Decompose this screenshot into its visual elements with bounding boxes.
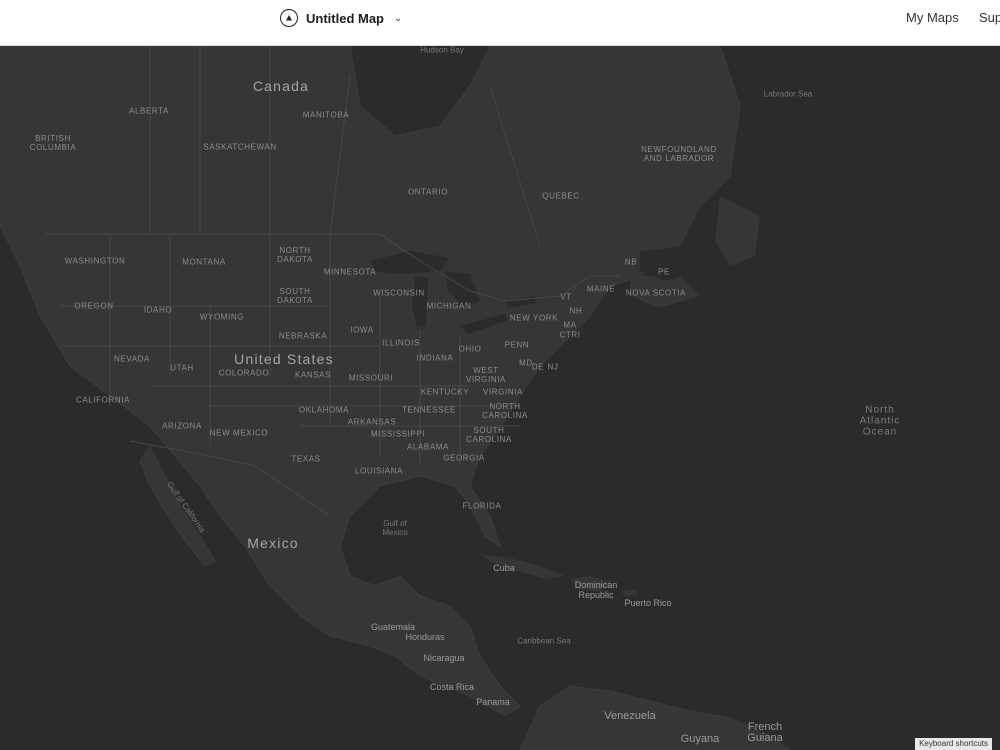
basemap bbox=[0, 46, 791, 750]
label-french-guiana: French Guiana bbox=[747, 721, 783, 744]
label-guatemala: Guatemala bbox=[370, 622, 416, 632]
label-canada: Canada bbox=[252, 78, 310, 94]
label-alberta: ALBERTA bbox=[129, 106, 169, 116]
my-maps-link[interactable]: My Maps bbox=[906, 10, 959, 25]
chevron-down-icon: ⌄ bbox=[394, 12, 403, 24]
label-ontario: ONTARIO bbox=[407, 187, 449, 197]
label-caribbean-sea: Caribbean Sea bbox=[517, 636, 571, 646]
label-iowa: IOWA bbox=[350, 325, 374, 335]
label-new-mexico: NEW MEXICO bbox=[209, 428, 269, 438]
label-guyana: Guyana bbox=[680, 733, 720, 745]
label-hudson-bay: Hudson Bay bbox=[420, 46, 464, 55]
label-ohio: OHIO bbox=[458, 344, 482, 354]
keyboard-shortcuts-button[interactable]: Keyboard shortcuts bbox=[915, 738, 992, 750]
label-north-atlantic: North Atlantic Ocean bbox=[859, 404, 901, 438]
label-vt: VT bbox=[560, 292, 572, 302]
label-michigan: MICHIGAN bbox=[426, 301, 472, 311]
label-georgia: GEORGIA bbox=[443, 453, 485, 463]
label-louisiana: LOUISIANA bbox=[354, 466, 404, 476]
label-ct-ri: CTRI bbox=[559, 330, 581, 340]
label-minnesota: MINNESOTA bbox=[323, 267, 377, 277]
label-tennessee: TENNESSEE bbox=[402, 405, 456, 415]
label-missouri: MISSOURI bbox=[348, 373, 394, 383]
label-indiana: INDIANA bbox=[416, 353, 454, 363]
label-north-dakota: NORTH DAKOTA bbox=[277, 246, 313, 264]
label-oklahoma: OKLAHOMA bbox=[298, 405, 350, 415]
label-md: MD bbox=[519, 358, 533, 368]
label-maine: MAINE bbox=[586, 284, 616, 294]
label-idaho: IDAHO bbox=[143, 305, 173, 315]
label-labrador-sea: Labrador Sea bbox=[763, 89, 813, 99]
label-nevada: NEVADA bbox=[114, 354, 150, 364]
label-mexico: Mexico bbox=[247, 535, 299, 551]
label-newfoundland: NEWFOUNDLAND AND LABRADOR bbox=[641, 145, 717, 163]
label-ma: MA bbox=[563, 320, 577, 330]
label-nb: NB bbox=[624, 257, 638, 267]
label-honduras: Honduras bbox=[405, 632, 445, 642]
label-cuba: Cuba bbox=[493, 563, 515, 573]
label-arizona: ARIZONA bbox=[162, 421, 202, 431]
label-nh: NH bbox=[569, 306, 583, 316]
label-north-carolina: NORTH CAROLINA bbox=[482, 402, 528, 420]
label-montana: MONTANA bbox=[182, 257, 226, 267]
label-kentucky: KENTUCKY bbox=[420, 387, 470, 397]
label-british-columbia: BRITISH COLUMBIA bbox=[29, 134, 77, 152]
label-nebraska: NEBRASKA bbox=[278, 331, 328, 341]
label-new-york: NEW YORK bbox=[509, 313, 559, 323]
label-south-carolina: SOUTH CAROLINA bbox=[466, 426, 512, 444]
label-illinois: ILLINOIS bbox=[382, 338, 420, 348]
label-colorado: COLORADO bbox=[218, 368, 270, 378]
label-utah: UTAH bbox=[170, 363, 194, 373]
label-virginia: VIRGINIA bbox=[483, 387, 523, 397]
label-manitoba: MANITOBA bbox=[302, 110, 350, 120]
label-costa-rica: Costa Rica bbox=[429, 682, 475, 692]
top-bar: Untitled Map ⌄ My Maps Sup bbox=[0, 0, 1000, 46]
label-kansas: KANSAS bbox=[294, 370, 332, 380]
label-nicaragua: Nicaragua bbox=[423, 653, 465, 663]
label-arkansas: ARKANSAS bbox=[347, 417, 397, 427]
label-panama: Panama bbox=[476, 697, 510, 707]
label-venezuela: Venezuela bbox=[604, 710, 656, 722]
label-quebec: QUEBEC bbox=[542, 191, 580, 201]
app-logo-icon bbox=[280, 9, 298, 27]
gulf-st-lawrence bbox=[640, 246, 700, 281]
label-penn: PENN bbox=[504, 340, 530, 350]
label-mississippi: MISSISSIPPI bbox=[370, 429, 426, 439]
label-saskatchewan: SASKATCHEWAN bbox=[203, 142, 277, 152]
label-oregon: OREGON bbox=[74, 301, 114, 311]
map-title: Untitled Map bbox=[306, 10, 384, 26]
label-wisconsin: WISCONSIN bbox=[373, 288, 425, 298]
map-title-dropdown[interactable]: Untitled Map ⌄ bbox=[280, 7, 402, 29]
label-alabama: ALABAMA bbox=[407, 442, 449, 452]
support-link[interactable]: Sup bbox=[979, 10, 1000, 25]
label-washington: WASHINGTON bbox=[64, 256, 126, 266]
map-canvas[interactable]: Hudson Bay Canada ALBERTA MANITOBA BRITI… bbox=[0, 46, 1000, 750]
label-de: DE bbox=[531, 362, 545, 372]
label-florida: FLORIDA bbox=[462, 501, 502, 511]
label-dominican-republic: Dominican Republic bbox=[574, 580, 618, 600]
label-south-dakota: SOUTH DAKOTA bbox=[277, 287, 313, 305]
label-nova-scotia: NOVA SCOTIA bbox=[625, 288, 687, 298]
label-united-states: United States bbox=[234, 351, 334, 367]
label-gulf-of-mexico: Gulf of Mexico bbox=[382, 519, 408, 537]
label-west-virginia: WEST VIRGINIA bbox=[466, 366, 506, 384]
label-california: CALIFORNIA bbox=[75, 395, 131, 405]
label-nj: NJ bbox=[547, 362, 559, 372]
label-texas: TEXAS bbox=[291, 454, 321, 464]
label-wyoming: WYOMING bbox=[199, 312, 245, 322]
label-puerto-rico: Puerto Rico bbox=[624, 598, 672, 608]
label-pe: PE bbox=[658, 267, 670, 277]
land-newfoundland bbox=[715, 196, 760, 266]
land-puerto-rico bbox=[622, 590, 638, 596]
